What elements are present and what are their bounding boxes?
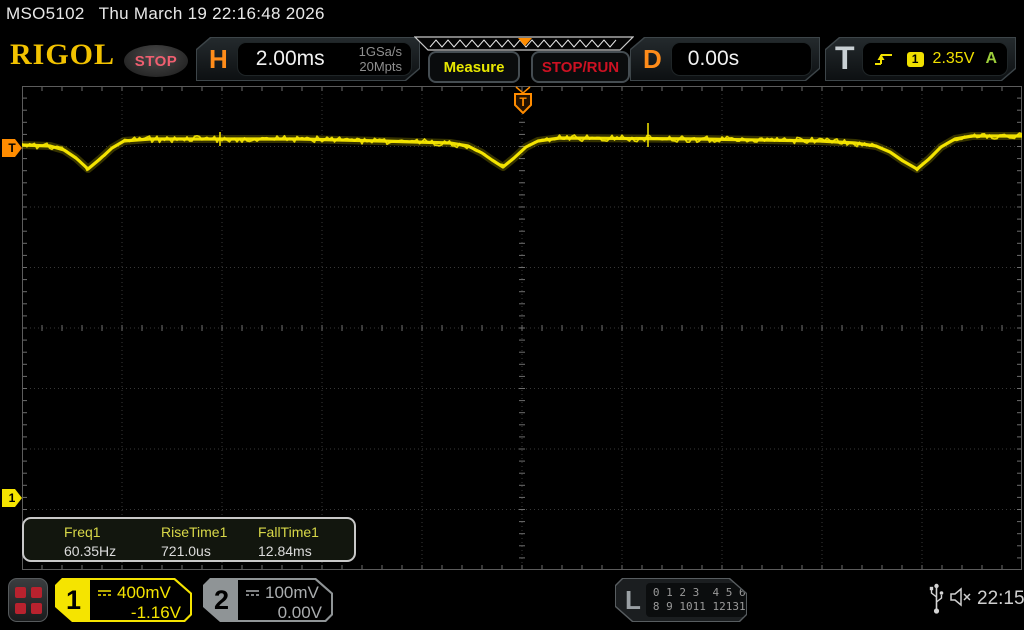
titlebar: MSO5102 Thu March 19 22:16:48 2026 xyxy=(6,4,325,24)
timebase-value: 2.00ms xyxy=(255,47,325,70)
stop-run-button[interactable]: STOP/RUN xyxy=(531,51,630,83)
channel1-offset: -1.16V xyxy=(130,603,181,622)
trigger-position-marker[interactable]: T xyxy=(512,86,534,114)
acquisition-info: 1GSa/s 20Mpts xyxy=(359,44,402,74)
sample-rate: 1GSa/s xyxy=(358,44,402,59)
trigger-settings-box[interactable]: T 1 2.35V A xyxy=(825,37,1016,81)
measurement-label: RiseTime1 xyxy=(161,524,228,540)
usb-icon xyxy=(929,583,944,614)
waveform-memory-bar[interactable] xyxy=(414,36,634,52)
horizontal-label: H xyxy=(209,43,228,74)
channel2-scale: 100mV xyxy=(265,583,319,602)
trigger-label: T xyxy=(835,39,855,76)
channel1-offset-marker[interactable]: 1 xyxy=(2,489,22,507)
svg-text:T: T xyxy=(519,95,527,109)
status-clock: 22:15 xyxy=(977,588,1024,609)
digital-channel-list: 0 1 2 3 4 5 6 7 8 9 1011 12131415 xyxy=(646,583,773,617)
trigger-source-badge: 1 xyxy=(907,52,924,67)
measurement-value: 12.84ms xyxy=(258,543,312,559)
trigger-mode: A xyxy=(985,50,997,67)
measurement-label: Freq1 xyxy=(64,524,101,540)
measurement-item: FallTime1 12.84ms xyxy=(258,524,355,560)
trigger-level-marker[interactable]: T xyxy=(2,139,22,157)
measurement-item: RiseTime1 721.0us xyxy=(161,524,258,560)
channel1-number: 1 xyxy=(57,580,90,620)
delay-label: D xyxy=(643,43,662,74)
measurement-value: 721.0us xyxy=(161,543,211,559)
menu-grid-icon xyxy=(14,586,26,598)
delay-value: 0.00s xyxy=(687,47,740,70)
trigger-level-value: 2.35V xyxy=(932,50,975,67)
measure-button[interactable]: Measure xyxy=(428,51,520,83)
menu-grid-icon xyxy=(30,602,42,614)
channel1-box[interactable]: 1 400mV -1.16V xyxy=(55,578,192,622)
menu-grid-icon xyxy=(30,586,42,598)
run-state-badge: STOP xyxy=(124,45,188,77)
dc-coupling-icon xyxy=(97,588,112,598)
trigger-slope-icon xyxy=(874,51,894,67)
logic-analyzer-box[interactable]: L 0 1 2 3 4 5 6 7 8 9 1011 12131415 xyxy=(615,578,747,622)
datetime-text: Thu March 19 22:16:48 2026 xyxy=(98,4,325,23)
menu-grid-icon xyxy=(14,602,26,614)
measurement-label: FallTime1 xyxy=(258,524,319,540)
logic-analyzer-label: L xyxy=(625,584,641,615)
dc-coupling-icon xyxy=(245,588,260,598)
measurement-value: 60.35Hz xyxy=(64,543,117,559)
delay-settings-box[interactable]: D 0.00s xyxy=(630,37,820,81)
channel2-box[interactable]: 2 100mV 0.00V xyxy=(203,578,333,622)
memory-depth: 20Mpts xyxy=(359,59,402,74)
horizontal-settings-box[interactable]: H 2.00ms 1GSa/s 20Mpts xyxy=(196,37,420,81)
channel2-number: 2 xyxy=(205,580,238,620)
rigol-logo: RIGOL xyxy=(10,38,116,71)
menu-button[interactable] xyxy=(8,578,48,622)
instrument-model: MSO5102 xyxy=(6,4,85,23)
measurement-item: Freq1 60.35Hz xyxy=(64,524,161,560)
speaker-muted-icon[interactable] xyxy=(949,586,975,608)
channel2-offset: 0.00V xyxy=(277,603,322,622)
channel1-scale: 400mV xyxy=(117,583,171,602)
measurement-panel[interactable]: Freq1 60.35Hz RiseTime1 721.0us FallTime… xyxy=(22,517,356,562)
graticule xyxy=(22,86,1022,570)
